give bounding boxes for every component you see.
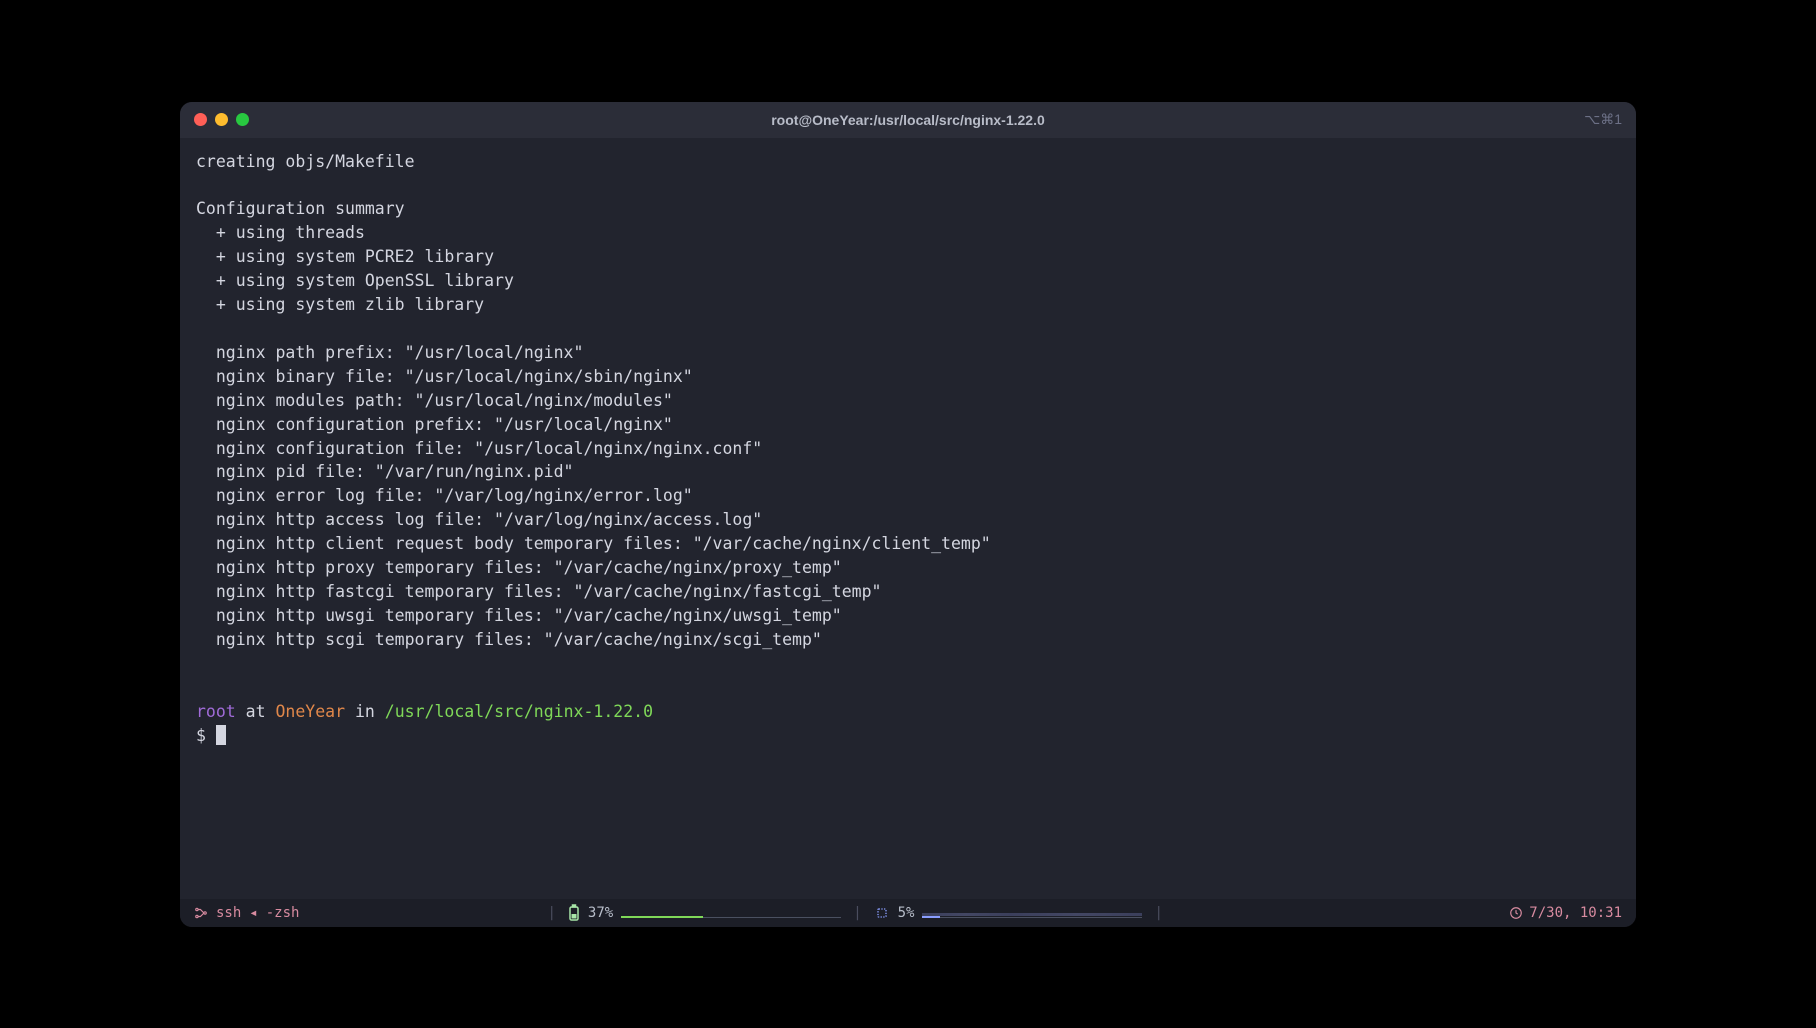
output-line: + using system zlib library	[196, 295, 484, 314]
battery-percent: 37%	[588, 905, 613, 921]
output-line: nginx http scgi temporary files: "/var/c…	[196, 630, 822, 649]
cursor[interactable]	[216, 725, 226, 745]
status-divider: |	[853, 905, 861, 921]
cpu-icon	[874, 905, 890, 921]
prompt-symbol: $	[196, 726, 216, 745]
cpu-bar	[922, 908, 1142, 918]
battery-icon	[568, 904, 580, 922]
terminal-viewport[interactable]: creating objs/Makefile Configuration sum…	[180, 138, 1636, 899]
output-line: + using threads	[196, 223, 365, 242]
battery-bar	[621, 908, 841, 918]
output-line: nginx http access log file: "/var/log/ng…	[196, 510, 762, 529]
status-divider: |	[547, 905, 555, 921]
status-battery: 37%	[568, 904, 841, 922]
output-line: nginx configuration file: "/usr/local/ng…	[196, 439, 762, 458]
output-line: nginx http uwsgi temporary files: "/var/…	[196, 606, 842, 625]
prompt-line: root at OneYear in /usr/local/src/nginx-…	[196, 700, 1620, 724]
zoom-button[interactable]	[236, 113, 249, 126]
status-divider: |	[1154, 905, 1162, 921]
prompt-user: root	[196, 702, 236, 721]
output-line: nginx http fastcgi temporary files: "/va…	[196, 582, 881, 601]
prompt-host: OneYear	[276, 702, 346, 721]
output-line: + using system PCRE2 library	[196, 247, 494, 266]
output-line: creating objs/Makefile	[196, 152, 415, 171]
output-line: nginx error log file: "/var/log/nginx/er…	[196, 486, 693, 505]
close-button[interactable]	[194, 113, 207, 126]
status-clock: 7/30, 10:31	[1509, 905, 1622, 921]
prompt-path: /usr/local/src/nginx-1.22.0	[385, 702, 653, 721]
output-line: nginx path prefix: "/usr/local/nginx"	[196, 343, 583, 362]
output-summary-header: Configuration summary	[196, 199, 405, 218]
output-line: nginx configuration prefix: "/usr/local/…	[196, 415, 673, 434]
status-session: ssh ◂ -zsh	[194, 905, 299, 921]
status-arrow: ◂	[249, 905, 257, 921]
status-ssh-label: ssh	[216, 905, 241, 921]
clock-text: 7/30, 10:31	[1529, 905, 1622, 921]
output-line: nginx binary file: "/usr/local/nginx/sbi…	[196, 367, 693, 386]
minimize-button[interactable]	[215, 113, 228, 126]
titlebar: root@OneYear:/usr/local/src/nginx-1.22.0…	[180, 102, 1636, 138]
output-line: nginx http proxy temporary files: "/var/…	[196, 558, 842, 577]
network-icon	[194, 906, 208, 920]
prompt-in: in	[345, 702, 385, 721]
window-controls	[194, 113, 249, 126]
output-line: nginx modules path: "/usr/local/nginx/mo…	[196, 391, 673, 410]
status-bar: ssh ◂ -zsh | 37% | 5%	[180, 899, 1636, 927]
status-cpu: 5%	[874, 905, 1143, 921]
cpu-percent: 5%	[898, 905, 915, 921]
prompt-at: at	[236, 702, 276, 721]
status-shell-label: -zsh	[266, 905, 300, 921]
output-line: nginx http client request body temporary…	[196, 534, 991, 553]
window-title: root@OneYear:/usr/local/src/nginx-1.22.0	[180, 112, 1636, 128]
output-line: nginx pid file: "/var/run/nginx.pid"	[196, 462, 574, 481]
terminal-window: root@OneYear:/usr/local/src/nginx-1.22.0…	[180, 102, 1636, 927]
window-hotkey-label: ⌥⌘1	[1584, 111, 1622, 128]
output-line: + using system OpenSSL library	[196, 271, 514, 290]
clock-icon	[1509, 906, 1523, 920]
